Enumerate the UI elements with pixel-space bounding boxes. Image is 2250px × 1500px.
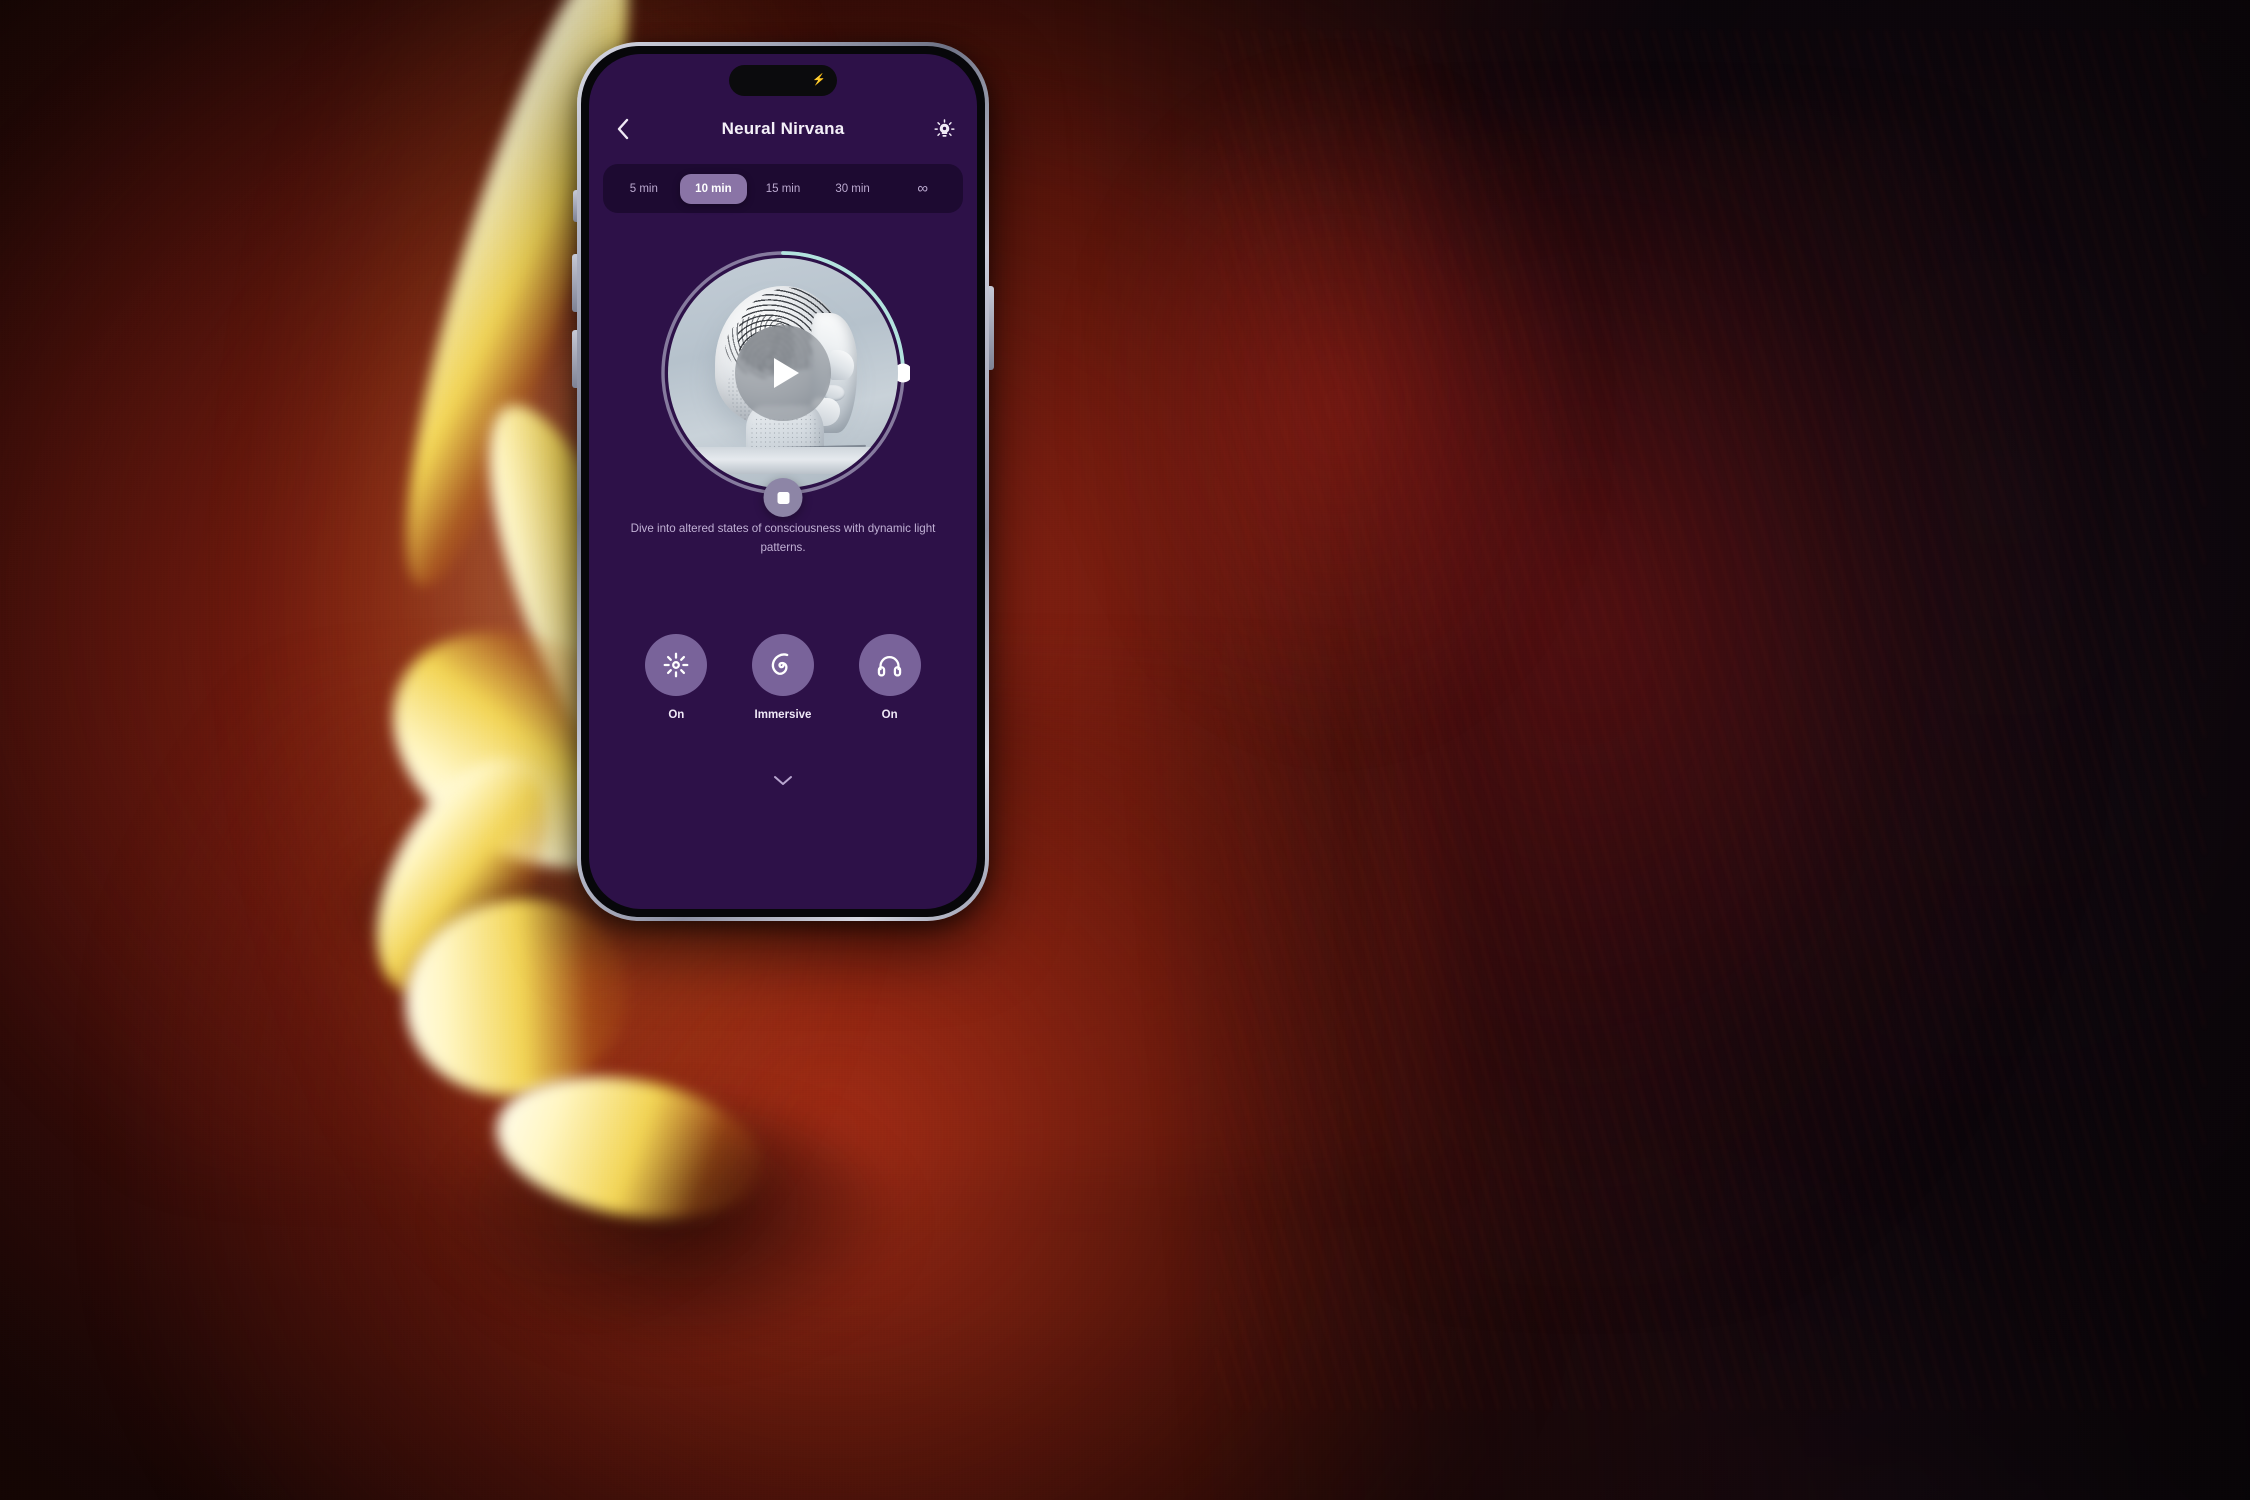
volume-up-button[interactable] xyxy=(572,254,577,312)
background-grain xyxy=(0,0,2250,1500)
dynamic-island: ⚡ xyxy=(729,65,837,96)
control-row: On Immersive On xyxy=(589,634,977,721)
spiral-icon xyxy=(771,653,789,675)
app-screen: ⚡ Neural Nirvana 5 min 10 min 15 min 30 … xyxy=(589,54,977,909)
light-settings-button[interactable] xyxy=(931,116,957,142)
control-mode-label: Immersive xyxy=(754,709,812,721)
stop-icon xyxy=(777,491,789,504)
page-title: Neural Nirvana xyxy=(721,119,845,138)
control-brightness[interactable]: On xyxy=(640,634,712,721)
duration-option-10min[interactable]: 10 min xyxy=(679,173,748,204)
control-audio-circle xyxy=(858,634,921,696)
duration-option-5min[interactable]: 5 min xyxy=(610,174,678,204)
player xyxy=(656,246,910,517)
control-audio-label: On xyxy=(881,709,898,721)
stop-button[interactable] xyxy=(763,478,803,517)
chevron-left-icon xyxy=(617,118,628,140)
play-icon xyxy=(774,358,799,388)
headphones-icon xyxy=(877,655,902,677)
lightbulb-rays-icon xyxy=(933,118,955,137)
play-button[interactable] xyxy=(735,325,831,421)
control-brightness-label: On xyxy=(668,709,685,721)
back-button[interactable] xyxy=(609,116,635,142)
phone-mockup: ⚡ Neural Nirvana 5 min 10 min 15 min 30 … xyxy=(572,42,994,921)
volume-down-button[interactable] xyxy=(572,330,577,388)
session-description: Dive into altered states of consciousnes… xyxy=(630,522,936,554)
recording-indicator-icon: ⚡ xyxy=(812,74,826,86)
control-mode[interactable]: Immersive xyxy=(747,634,819,721)
control-mode-circle xyxy=(751,634,814,696)
artwork-base-plate xyxy=(686,446,880,475)
duration-selector: 5 min 10 min 15 min 30 min ∞ xyxy=(603,164,963,213)
control-audio[interactable]: On xyxy=(854,634,926,721)
app-header: Neural Nirvana xyxy=(589,109,977,149)
phone-bezel: ⚡ Neural Nirvana 5 min 10 min 15 min 30 … xyxy=(581,46,985,917)
background-photo xyxy=(0,0,2250,1500)
duration-option-30min[interactable]: 30 min xyxy=(819,174,887,204)
duration-option-infinite[interactable]: ∞ xyxy=(888,171,956,206)
expand-panel-button[interactable] xyxy=(772,774,794,786)
control-brightness-circle xyxy=(645,634,708,696)
brightness-burst-icon xyxy=(663,652,689,678)
power-button[interactable] xyxy=(989,286,994,370)
duration-option-15min[interactable]: 15 min xyxy=(749,174,817,204)
silent-switch[interactable] xyxy=(573,190,577,222)
chevron-down-icon xyxy=(774,775,792,785)
